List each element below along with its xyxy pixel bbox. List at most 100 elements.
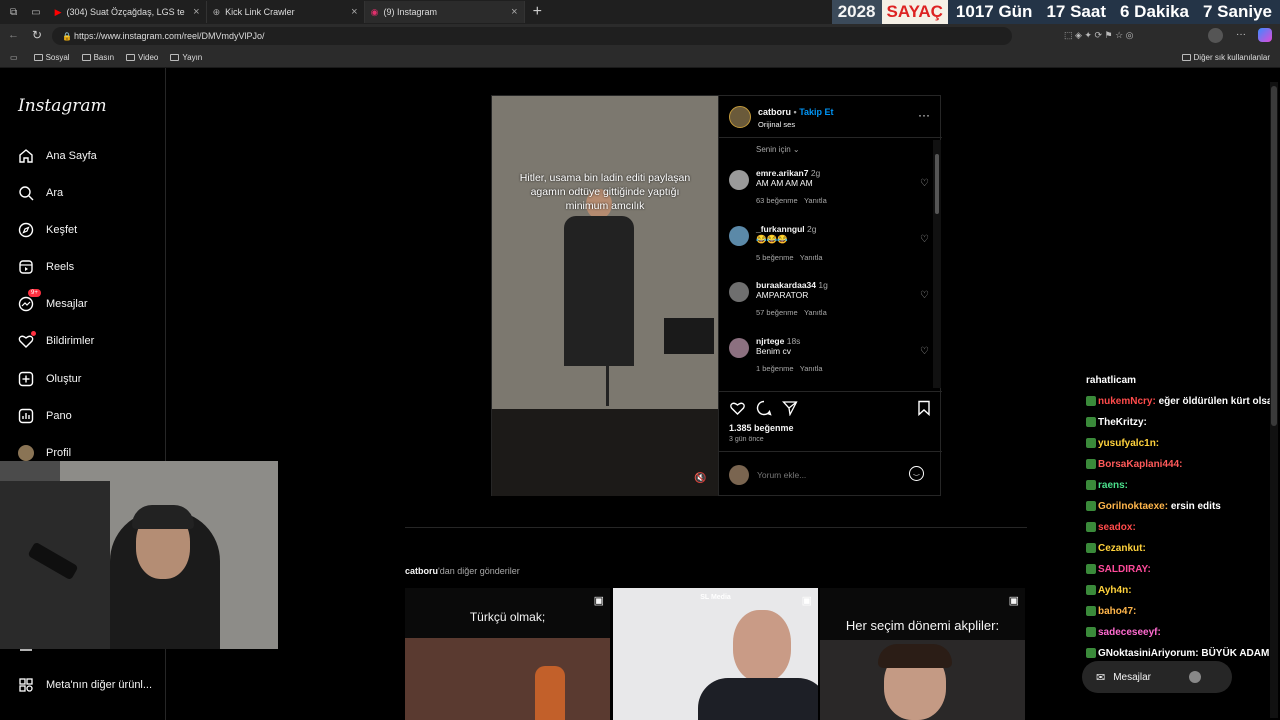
nav-label: Profil (46, 447, 72, 459)
chat-message: seadox: (1086, 517, 1272, 538)
comment-likes[interactable]: 63 beğenme (756, 196, 798, 205)
nav-label: Ara (46, 187, 64, 199)
comment-user[interactable]: emre.arikan7 (756, 168, 808, 178)
comments-scrollbar[interactable] (933, 140, 941, 388)
nav-create[interactable]: Oluştur (18, 371, 81, 387)
comment-input[interactable] (757, 468, 897, 482)
reel-video[interactable]: Hitler, usama bin ladin editi paylaşan a… (492, 96, 718, 496)
chat-badge-icon (1086, 585, 1096, 596)
comment-likes[interactable]: 1 beğenme (756, 364, 794, 373)
post-modal: Hitler, usama bin ladin editi paylaşan a… (491, 95, 942, 496)
grid-icon (19, 678, 33, 692)
video-person-body (564, 216, 634, 366)
heart-icon[interactable]: ♡ (920, 234, 929, 245)
new-tab-icon[interactable]: + (533, 3, 542, 21)
avatar[interactable] (729, 226, 749, 246)
comment-time: 1g (818, 280, 828, 290)
avatar[interactable] (729, 282, 749, 302)
back-icon[interactable]: ← (8, 29, 19, 41)
follow-button[interactable]: Takip Et (799, 107, 833, 117)
avatar[interactable] (729, 170, 749, 190)
nav-explore[interactable]: Keşfet (18, 222, 77, 238)
more-post-thumb[interactable]: SL Media ▣ (613, 588, 818, 720)
bookmark-folder[interactable]: Basın (81, 53, 115, 62)
bookmark-folder[interactable]: Sosyal (33, 53, 70, 62)
tab-actions-icon[interactable]: ▭ (31, 7, 40, 18)
nav-home[interactable]: Ana Sayfa (18, 148, 97, 164)
address-bar-row: ← ↻ 🔒 https://www.instagram.com/reel/DMV… (0, 24, 1280, 48)
heart-icon[interactable]: ♡ (920, 290, 929, 301)
thumb-suit (698, 678, 818, 720)
comment-likes[interactable]: 57 beğenme (756, 308, 798, 317)
bookmark-label: Basın (93, 53, 115, 62)
heart-icon[interactable]: ♡ (920, 346, 929, 357)
notification-dot (31, 331, 36, 336)
chat-username: Cezankut: (1098, 543, 1146, 554)
instagram-logo[interactable]: Instagram (18, 96, 107, 116)
messages-pill[interactable]: ✉ Mesajlar (1082, 661, 1232, 693)
more-icon[interactable]: ··· (1236, 29, 1246, 40)
bookmark-folder[interactable]: Video (126, 53, 158, 62)
tab-kick[interactable]: ⊕ Kick Link Crawler × (207, 1, 365, 23)
bookmark-manager-icon[interactable]: ▭ (10, 53, 18, 62)
reply-button[interactable]: Yanıtla (804, 196, 827, 205)
thumb-caption: SL Media (700, 594, 731, 601)
emoji-icon[interactable]: ‿ (909, 466, 924, 481)
extensions-icon[interactable]: ⬚ ◈ ✦ ⟳ ⚑ ☆ ◎ (1064, 30, 1134, 41)
comment-filter[interactable]: Senin için ⌄ (756, 145, 800, 154)
close-icon[interactable]: × (351, 6, 357, 18)
nav-label: Pano (46, 410, 72, 422)
url-input[interactable]: 🔒 https://www.instagram.com/reel/DMVmdyV… (52, 27, 1012, 45)
more-post-thumb[interactable]: Türkçü olmak; ▣ (405, 588, 610, 720)
close-icon[interactable]: × (193, 6, 199, 18)
post-username[interactable]: catboru • Takip Et (758, 107, 834, 117)
comment-user[interactable]: buraakardaa34 (756, 280, 816, 290)
page-scrollbar[interactable] (1270, 82, 1278, 718)
reload-icon[interactable]: ↻ (32, 28, 42, 42)
tab-youtube[interactable]: ▶ (304) Suat Özçağdaş, LGS tercihle × (49, 1, 207, 23)
reply-button[interactable]: Yanıtla (804, 308, 827, 317)
nav-messages[interactable]: 9+ Mesajlar (18, 289, 88, 312)
avatar[interactable] (729, 106, 751, 128)
like-count[interactable]: 1.385 beğenme (729, 423, 794, 433)
avatar[interactable] (1208, 28, 1223, 43)
nav-search[interactable]: Ara (18, 185, 63, 201)
more-options-icon[interactable]: ··· (918, 108, 930, 122)
close-icon[interactable]: × (511, 6, 517, 18)
bookmark-label: Yayın (182, 53, 203, 62)
nav-profile[interactable]: Profil (18, 445, 71, 461)
bookmark-icon[interactable] (917, 400, 931, 416)
chat-message: rahatlicam (1086, 370, 1272, 391)
comment-likes[interactable]: 5 beğenme (756, 253, 794, 262)
thumb-caption: Her seçim dönemi akpliler: (845, 618, 1000, 633)
other-bookmarks[interactable]: Diğer sık kullanılanlar (1181, 53, 1270, 62)
chat-message: Ayh4n: (1086, 580, 1272, 601)
reply-button[interactable]: Yanıtla (800, 364, 823, 373)
nav-reels[interactable]: Reels (18, 259, 74, 275)
copilot-icon[interactable] (1258, 28, 1272, 42)
comment-text: AMPARATOR (756, 290, 809, 300)
share-icon[interactable] (782, 400, 798, 416)
comment-user[interactable]: njrtege (756, 336, 784, 346)
more-post-thumb[interactable]: Her seçim dönemi akpliler: ▣ (820, 588, 1025, 720)
audio-label[interactable]: Orijinal ses (758, 120, 795, 129)
webcam-hair (132, 505, 194, 529)
comment-user[interactable]: _furkanngul (756, 224, 805, 234)
page-scroll-thumb[interactable] (1271, 86, 1277, 426)
bookmark-folder[interactable]: Yayın (170, 53, 202, 62)
nav-dashboard[interactable]: Pano (18, 408, 72, 424)
scroll-thumb[interactable] (935, 154, 939, 214)
nav-notifications[interactable]: Bildirimler (18, 331, 94, 349)
more-posts-heading: catboru'dan diğer gönderiler (405, 566, 520, 576)
mute-icon[interactable]: 🔇 (694, 473, 706, 484)
comment-icon[interactable] (756, 400, 772, 416)
more-posts-user[interactable]: catboru (405, 566, 438, 576)
tab-instagram[interactable]: ◉ (9) Instagram × (364, 1, 525, 23)
avatar[interactable] (729, 338, 749, 358)
nav-meta-products[interactable]: Meta'nın diğer ürünl... (18, 677, 152, 693)
heart-icon[interactable]: ♡ (920, 178, 929, 189)
like-heart-icon[interactable] (729, 400, 746, 416)
chat-badge-icon (1086, 564, 1096, 575)
reply-button[interactable]: Yanıtla (800, 253, 823, 262)
workspaces-icon[interactable]: ⧉ (10, 7, 17, 18)
